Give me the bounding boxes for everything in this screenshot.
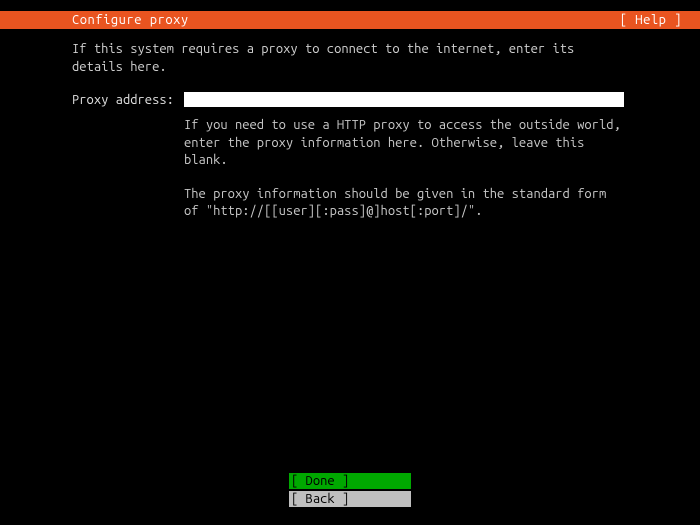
top-black-band [0,0,700,11]
proxy-label: Proxy address: [72,92,184,110]
proxy-address-input[interactable] [184,92,624,107]
footer-buttons: [ Done ] [ Back ] [0,473,700,507]
header-bar: Configure proxy [ Help ] [0,11,700,29]
done-button[interactable]: [ Done ] [289,473,411,489]
intro-text: If this system requires a proxy to conne… [72,41,628,76]
proxy-field-column: If you need to use a HTTP proxy to acces… [184,92,628,221]
header-title: Configure proxy [72,13,189,27]
proxy-hint-2: The proxy information should be given in… [184,186,624,221]
back-button[interactable]: [ Back ] [289,491,411,507]
proxy-row: Proxy address: If you need to use a HTTP… [72,92,628,221]
proxy-hint-1: If you need to use a HTTP proxy to acces… [184,117,624,170]
main-content: If this system requires a proxy to conne… [0,29,700,221]
help-button[interactable]: [ Help ] [620,13,682,27]
